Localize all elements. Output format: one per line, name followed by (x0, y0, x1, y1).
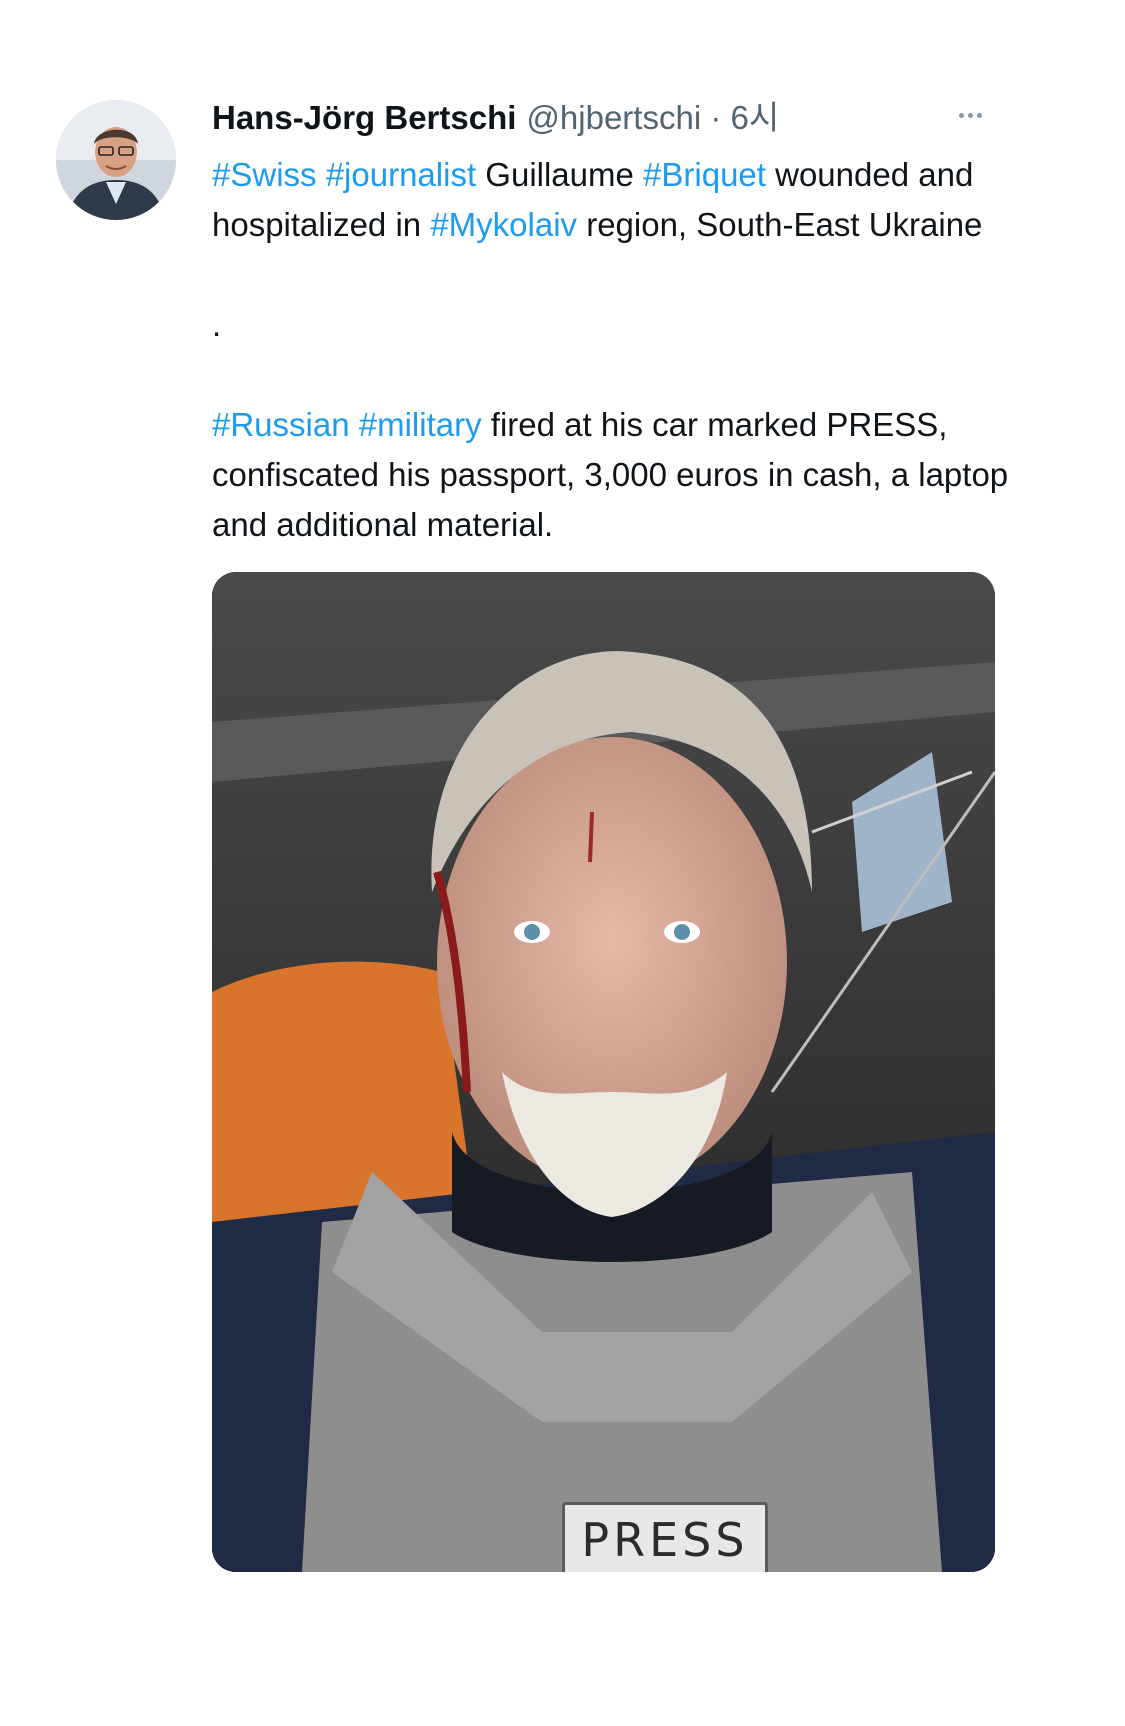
avatar[interactable] (56, 100, 176, 220)
press-patch: PRESS (562, 1502, 768, 1572)
avatar-image (56, 100, 176, 220)
hashtag-journalist[interactable]: #journalist (326, 156, 476, 193)
author-handle[interactable]: @hjbertschi (526, 99, 701, 136)
author-name[interactable]: Hans-Jörg Bertschi (212, 99, 516, 136)
hashtag-russian[interactable]: #Russian (212, 406, 350, 443)
ukraine-flag-icon (216, 266, 248, 288)
text-end: . (212, 306, 222, 343)
hashtag-swiss[interactable]: #Swiss (212, 156, 317, 193)
tweet-timestamp[interactable]: 6시 (731, 99, 780, 136)
tweet: Hans-Jörg Bertschi @hjbertschi · 6시 #Swis… (0, 0, 1125, 1726)
text-guillaume: Guillaume (476, 156, 644, 193)
tweet-header: Hans-Jörg Bertschi @hjbertschi · 6시 (212, 96, 1012, 146)
photo-image (212, 572, 995, 1572)
tweet-photo[interactable]: PRESS (212, 572, 995, 1572)
hashtag-briquet[interactable]: #Briquet (643, 156, 766, 193)
more-options-button[interactable] (948, 100, 992, 130)
more-icon (958, 112, 982, 118)
hashtag-military[interactable]: #military (359, 406, 482, 443)
separator: · (710, 99, 722, 136)
text-region: region, South-East Ukraine (577, 206, 983, 243)
tweet-paragraph-2: #Russian #military fired at his car mark… (212, 400, 1012, 550)
tweet-paragraph-1: #Swiss #journalist Guillaume #Briquet wo… (212, 150, 1012, 300)
hashtag-mykolaiv[interactable]: #Mykolaiv (430, 206, 577, 243)
tweet-text: #Swiss #journalist Guillaume #Briquet wo… (212, 150, 1012, 550)
